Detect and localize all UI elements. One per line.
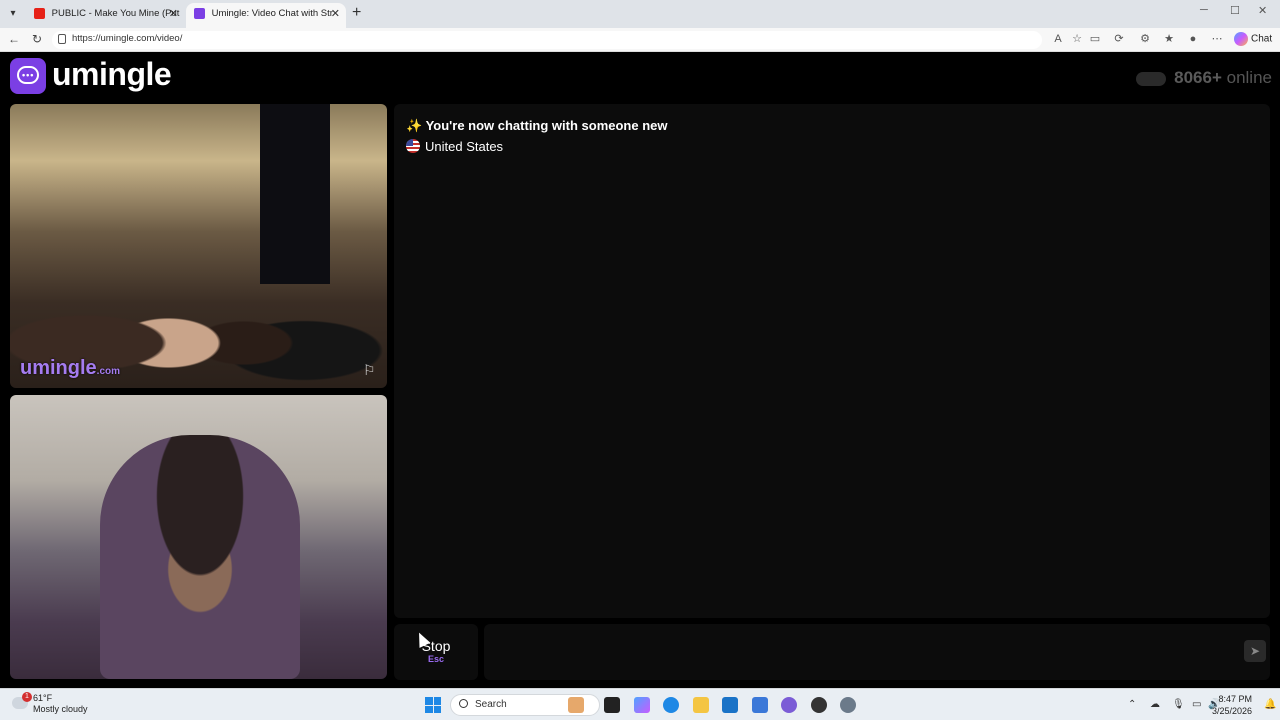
refresh-tab-icon[interactable]: ⟳ xyxy=(1113,33,1125,45)
umingle-favicon-icon xyxy=(194,7,205,19)
extensions-icon[interactable]: ⚙ xyxy=(1139,33,1151,45)
media-app-icon[interactable] xyxy=(811,697,827,713)
send-icon[interactable]: ➤ xyxy=(1244,640,1266,662)
file-explorer-icon[interactable] xyxy=(693,697,709,713)
sparkle-icon: ✨ xyxy=(406,118,423,133)
umingle-watermark: umingle.com xyxy=(20,357,121,379)
notification-badge: 1 xyxy=(22,692,32,702)
stop-shortcut-hint: Esc xyxy=(427,654,444,664)
refresh-icon[interactable]: ↻ xyxy=(32,32,42,46)
settings-gear-icon[interactable] xyxy=(840,697,856,713)
maximize-icon[interactable]: ☐ xyxy=(1230,4,1240,17)
search-icon xyxy=(459,699,468,708)
tab-umingle[interactable]: Umingle: Video Chat with Str ✕ xyxy=(186,3,346,28)
chat-label: Chat xyxy=(1251,33,1273,45)
tab-list-chevron-icon[interactable]: ▾ xyxy=(4,5,22,23)
search-highlight-icon[interactable] xyxy=(568,697,584,713)
new-tab-plus-icon[interactable]: + xyxy=(352,4,361,22)
tab-youtube[interactable]: PUBLIC - Make You Mine (Put ✕ xyxy=(26,3,184,28)
copilot-icon xyxy=(1234,32,1248,46)
theme-toggle[interactable] xyxy=(1136,71,1167,86)
url-text: https://umingle.com/video/ xyxy=(72,33,183,44)
tab-close-icon[interactable]: ✕ xyxy=(169,3,178,25)
tab-title: Umingle: Video Chat with Str xyxy=(211,8,333,19)
system-message-text: You're now chatting with someone new xyxy=(425,118,668,133)
notifications-bell-icon[interactable]: 🔔 xyxy=(1264,699,1276,710)
clock-date: 3/25/2026 xyxy=(1211,706,1252,716)
favorites-icon[interactable]: ★ xyxy=(1163,33,1175,45)
chat-log: ✨ You're now chatting with someone new U… xyxy=(394,104,1270,618)
online-count: 8066+ xyxy=(1174,68,1222,87)
favorite-star-icon[interactable]: ☆ xyxy=(1071,33,1083,45)
youtube-icon xyxy=(34,7,45,19)
chat-bubble-icon: ••• xyxy=(10,58,46,94)
address-bar: ← ↻ https://umingle.com/video/ A ☆ ▭ ⟳ ⚙… xyxy=(0,28,1280,52)
weather-temp: 61°F xyxy=(33,693,53,703)
us-flag-icon xyxy=(406,139,420,153)
window-close-icon[interactable]: ✕ xyxy=(1258,4,1267,17)
minimize-icon[interactable]: ─ xyxy=(1200,4,1208,16)
weather-widget[interactable]: 1 61°F Mostly cloudy xyxy=(12,692,88,715)
stop-label: Stop xyxy=(421,638,451,654)
online-indicator: 8066+ online xyxy=(1136,68,1272,88)
weather-desc: Mostly cloudy xyxy=(33,704,88,714)
more-menu-icon[interactable]: ⋯ xyxy=(1211,33,1223,45)
copilot-app-icon[interactable] xyxy=(634,697,650,713)
discord-icon[interactable] xyxy=(781,697,797,713)
tab-title: PUBLIC - Make You Mine (Put xyxy=(51,8,180,19)
browser-tab-bar: ▾ PUBLIC - Make You Mine (Put ✕ Umingle:… xyxy=(0,0,1280,28)
split-screen-icon[interactable]: ▭ xyxy=(1089,33,1101,45)
windows-taskbar: 1 61°F Mostly cloudy Search ⌃ ☁ 🎙 ▭ 🔊 8:4… xyxy=(0,688,1280,720)
tab-close-icon[interactable]: ✕ xyxy=(331,3,340,25)
profile-avatar-icon[interactable]: ● xyxy=(1187,33,1199,45)
search-label: Search xyxy=(475,699,507,710)
microsoft-store-icon[interactable] xyxy=(722,697,738,713)
edge-browser-icon[interactable] xyxy=(663,697,679,713)
system-clock[interactable]: 8:47 PM 3/25/2026 xyxy=(1212,693,1252,717)
online-label: online xyxy=(1226,68,1272,87)
clock-time: 8:47 PM xyxy=(1218,694,1252,704)
network-icon[interactable]: ▭ xyxy=(1192,699,1201,710)
logo-text: umingle xyxy=(52,56,172,92)
outlook-icon[interactable] xyxy=(752,697,768,713)
umingle-page: ••• umingle 8066+ online umingle.com ⚐ ✨… xyxy=(4,54,1276,686)
onedrive-icon[interactable]: ☁ xyxy=(1150,699,1160,710)
url-field[interactable]: https://umingle.com/video/ xyxy=(52,31,1042,49)
system-message: ✨ You're now chatting with someone new U… xyxy=(406,118,668,154)
task-view-icon[interactable] xyxy=(604,697,620,713)
message-input[interactable] xyxy=(484,624,1270,680)
report-flag-icon[interactable]: ⚐ xyxy=(363,362,379,378)
lock-icon xyxy=(58,34,66,44)
copilot-chat-button[interactable]: Chat xyxy=(1234,32,1272,46)
stop-button[interactable]: Stop Esc xyxy=(394,624,478,680)
back-arrow-icon[interactable]: ← xyxy=(8,32,20,46)
windows-start-icon[interactable] xyxy=(425,697,441,713)
stranger-video: umingle.com ⚐ xyxy=(10,104,387,388)
self-video xyxy=(10,395,387,679)
read-aloud-icon[interactable]: A xyxy=(1052,33,1064,45)
microphone-icon[interactable]: 🎙 xyxy=(1172,699,1185,710)
tray-chevron-up-icon[interactable]: ⌃ xyxy=(1128,699,1136,710)
country-label: United States xyxy=(425,139,504,154)
